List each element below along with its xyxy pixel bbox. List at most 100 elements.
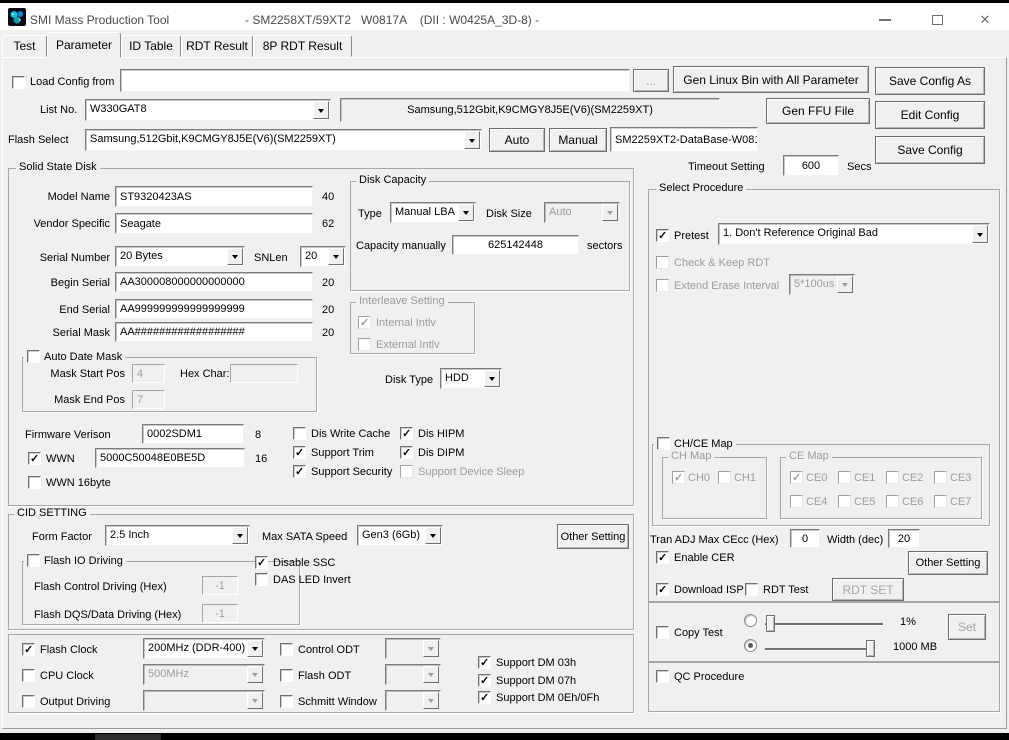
chce-map-legend[interactable]: CH/CE Map [654,437,736,450]
schmitt-window-checkbox[interactable] [280,695,293,708]
end-serial-field[interactable] [115,299,313,319]
width-dec-field[interactable] [888,529,920,548]
form-factor-select[interactable]: 2.5 Inch [105,525,250,546]
list-no-select[interactable]: W330GAT8 [85,99,331,121]
wwn-checkbox[interactable] [28,452,41,465]
chevron-down-icon[interactable] [313,101,329,119]
support-dm0e-checkbox[interactable] [478,691,491,704]
qc-procedure-checkbox[interactable] [656,670,669,683]
copy-size-radio[interactable] [744,639,757,652]
wwn-label[interactable]: WWN [46,453,75,466]
tab-test[interactable]: Test [2,35,47,57]
load-config-checkbox[interactable] [12,76,25,89]
disable-ssc-checkbox[interactable] [255,556,268,569]
auto-button[interactable]: Auto [489,128,545,152]
das-led-invert-label[interactable]: DAS LED Invert [273,574,351,587]
pretest-label[interactable]: Pretest [674,230,709,243]
support-dm07-checkbox[interactable] [478,674,491,687]
chevron-down-icon[interactable] [227,248,243,265]
support-dm03-label[interactable]: Support DM 03h [496,657,576,670]
chevron-down-icon[interactable] [247,640,263,657]
copy-percent-slider-track[interactable] [765,623,883,625]
gen-ffu-button[interactable]: Gen FFU File [766,98,870,124]
disk-type-select[interactable]: HDD [440,368,502,389]
disable-ssc-label[interactable]: Disable SSC [273,557,335,570]
edit-config-button[interactable]: Edit Config [875,101,985,129]
flash-io-legend[interactable]: Flash IO Driving [24,554,126,567]
model-name-field[interactable] [115,186,313,207]
gen-linux-bin-button[interactable]: Gen Linux Bin with All Parameter [673,66,869,93]
flash-clock-checkbox[interactable] [22,643,35,656]
procedure-other-setting-button[interactable]: Other Setting [908,551,988,575]
enable-cer-label[interactable]: Enable CER [674,552,735,565]
support-security-checkbox[interactable] [293,465,306,478]
cid-other-setting-button[interactable]: Other Setting [557,524,629,549]
chevron-down-icon[interactable] [232,527,248,544]
serial-number-select[interactable]: 20 Bytes [115,246,245,267]
begin-serial-field[interactable] [115,272,313,292]
maximize-button[interactable] [922,9,952,31]
timeout-field[interactable] [783,155,839,176]
browse-button[interactable]: ... [633,69,669,92]
flash-odt-checkbox[interactable] [280,669,293,682]
qc-procedure-label[interactable]: QC Procedure [674,671,744,684]
das-led-invert-checkbox[interactable] [255,573,268,586]
schmitt-window-label[interactable]: Schmitt Window [298,696,377,709]
chevron-down-icon[interactable] [972,225,988,243]
vendor-field[interactable] [115,213,313,234]
copy-test-label[interactable]: Copy Test [674,627,723,640]
load-config-label[interactable]: Load Config from [30,76,114,89]
tab-8p-rdt-result[interactable]: 8P RDT Result [253,35,352,57]
tab-id-table[interactable]: ID Table [121,35,181,57]
control-odt-label[interactable]: Control ODT [298,644,360,657]
flash-clock-label[interactable]: Flash Clock [40,644,97,657]
support-trim-checkbox[interactable] [293,446,306,459]
manual-button[interactable]: Manual [549,128,607,152]
enable-cer-checkbox[interactable] [656,551,669,564]
support-security-label[interactable]: Support Security [311,466,392,479]
serial-mask-field[interactable] [115,322,313,342]
rdt-test-checkbox[interactable] [745,583,758,596]
cpu-clock-checkbox[interactable] [22,669,35,682]
download-isp-label[interactable]: Download ISP [674,584,744,597]
support-dm03-checkbox[interactable] [478,656,491,669]
pretest-checkbox[interactable] [656,229,669,242]
cpu-clock-label[interactable]: CPU Clock [40,670,94,683]
output-driving-label[interactable]: Output Driving [40,696,110,709]
chce-map-checkbox[interactable] [657,437,670,450]
support-dm0e-label[interactable]: Support DM 0Eh/0Fh [496,692,599,705]
chevron-down-icon[interactable] [425,527,441,544]
save-config-as-button[interactable]: Save Config As [875,67,985,95]
dis-write-cache-checkbox[interactable] [293,427,306,440]
auto-date-mask-checkbox[interactable] [27,350,40,363]
minimize-button[interactable] [870,9,900,31]
wwn-field[interactable] [95,448,245,468]
snlen-select[interactable]: 20 [300,246,346,267]
dis-dipm-checkbox[interactable] [400,446,413,459]
rdt-test-label[interactable]: RDT Test [763,584,808,597]
tran-adj-field[interactable] [790,529,820,548]
dis-write-cache-label[interactable]: Dis Write Cache [311,428,390,441]
support-trim-label[interactable]: Support Trim [311,447,374,460]
chevron-down-icon[interactable] [484,370,500,387]
copy-percent-slider-thumb[interactable] [766,615,775,632]
flash-io-checkbox[interactable] [27,554,40,567]
max-sata-select[interactable]: Gen3 (6Gb) [357,525,443,546]
chevron-down-icon[interactable] [328,248,344,265]
load-config-path-field[interactable] [120,69,630,92]
dis-hipm-checkbox[interactable] [400,427,413,440]
flash-odt-label[interactable]: Flash ODT [298,670,351,683]
pretest-select[interactable]: 1. Don't Reference Original Bad [718,223,990,245]
chevron-down-icon[interactable] [458,204,474,221]
copy-percent-radio[interactable] [744,614,757,627]
dis-dipm-label[interactable]: Dis DIPM [418,447,464,460]
close-button[interactable] [970,9,1000,31]
tab-rdt-result[interactable]: RDT Result [181,35,253,57]
flash-clock-select[interactable]: 200MHz (DDR-400) [143,638,265,659]
copy-size-slider-track[interactable] [765,648,875,650]
firmware-field[interactable] [142,424,244,444]
copy-test-checkbox[interactable] [656,626,669,639]
save-config-button[interactable]: Save Config [875,136,985,164]
tab-parameter[interactable]: Parameter [47,32,121,58]
capacity-type-select[interactable]: Manual LBA [390,202,476,223]
